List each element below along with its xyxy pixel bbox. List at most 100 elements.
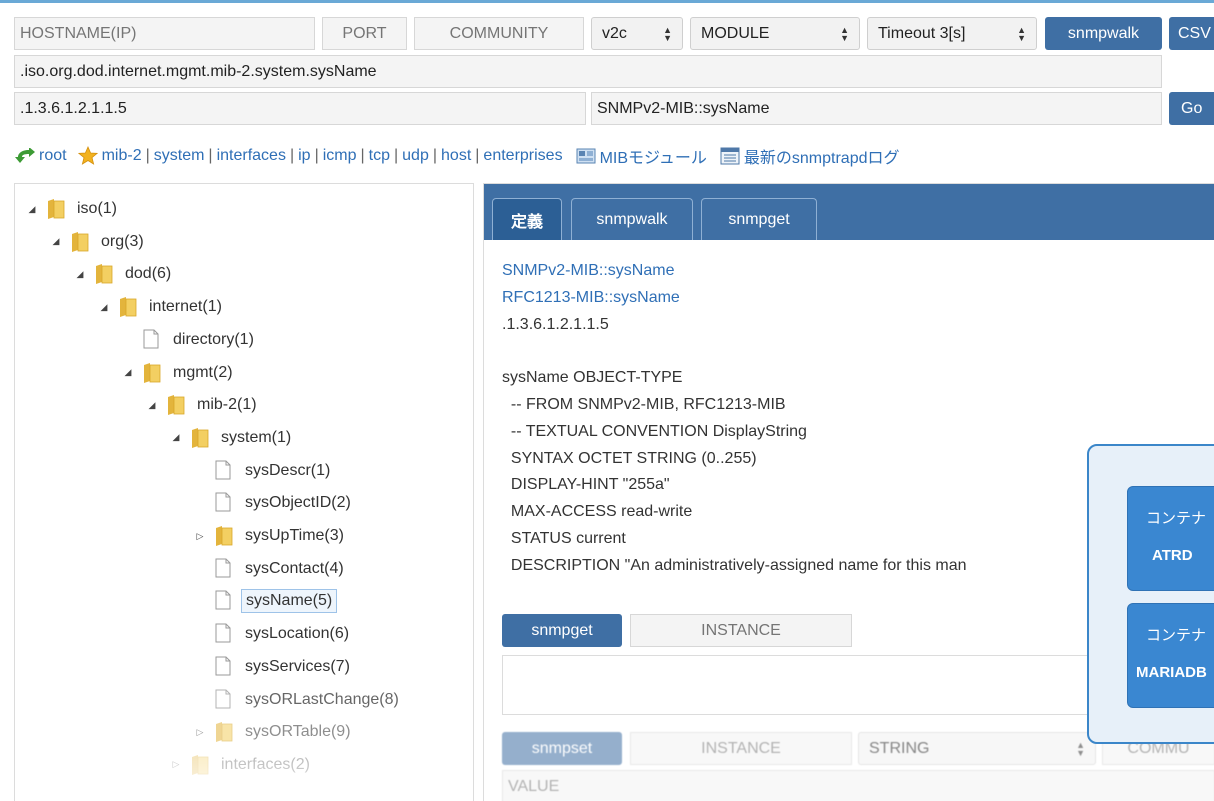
nav-link-mib-2[interactable]: mib-2 [102,147,142,165]
tab-snmpget[interactable]: snmpget [701,198,817,240]
tree-node[interactable]: sysLocation(6) [193,619,353,649]
expand-toggle-icon[interactable]: ◢ [169,432,183,443]
tree-node[interactable]: sysName(5) [193,586,338,616]
nav-link-interfaces[interactable]: interfaces [217,147,286,165]
oid-path-input[interactable] [14,55,1162,88]
nav-link-root[interactable]: root [39,147,67,165]
tree-node[interactable]: directory(1) [121,325,258,355]
tree-node[interactable]: ◢ mgmt(2) [121,358,237,388]
tree-node-label[interactable]: sysORLastChange(8) [241,689,403,711]
tree-fade [15,744,473,801]
tree-node[interactable]: ◢ iso(1) [25,194,121,224]
snmpwalk-button[interactable]: snmpwalk [1045,17,1162,50]
tree-node-label[interactable]: sysLocation(6) [241,623,353,645]
snmpget-instance-input[interactable] [630,614,852,647]
port-input[interactable] [322,17,407,50]
definition-link-rfc1213[interactable]: RFC1213-MIB::sysName [502,289,680,306]
collapse-toggle-icon[interactable]: ▷ [193,727,207,738]
file-icon [215,689,233,711]
nav-link-udp[interactable]: udp [402,147,429,165]
version-select[interactable]: v2c ▲ ▼ [591,17,683,50]
tree-node-label[interactable]: sysDescr(1) [241,460,334,482]
log-list-icon [719,146,741,166]
tab-snmpwalk[interactable]: snmpwalk [571,198,693,240]
go-button[interactable]: Go [1169,92,1214,125]
tree-node-label[interactable]: mib-2(1) [193,394,261,416]
tree-node[interactable]: ◢ mib-2(1) [145,390,261,420]
definition-text: SNMPv2-MIB::sysName RFC1213-MIB::sysName… [502,258,967,580]
tree-node-label[interactable]: org(3) [97,231,148,253]
tree-node-label[interactable]: mgmt(2) [169,362,237,384]
version-value: v2c [602,24,627,42]
tree-node-label[interactable]: sysUpTime(3) [241,525,348,547]
definition-line: DESCRIPTION "An administratively-assigne… [502,556,967,574]
tree-node[interactable]: ▷ sysORTable(9) [193,717,355,747]
folder-icon [95,263,113,285]
expand-toggle-icon[interactable]: ◢ [25,204,39,215]
tree-node[interactable]: sysServices(7) [193,652,354,682]
snmpset-type-select[interactable]: STRING ▲ ▼ [858,732,1096,765]
tree-node-label[interactable]: sysServices(7) [241,656,354,678]
detail-tab-bar: 定義 snmpwalk snmpget [484,184,1214,240]
snmpset-instance-input[interactable] [630,732,852,765]
oid-numeric-input[interactable] [14,92,586,125]
tree-node[interactable]: ◢ org(3) [49,227,148,257]
tree-node[interactable]: ▷ sysUpTime(3) [193,521,348,551]
csv-button[interactable]: CSV [1169,17,1214,50]
tree-node[interactable]: sysDescr(1) [193,456,334,486]
tree-node-label[interactable]: internet(1) [145,296,226,318]
collapse-toggle-icon[interactable]: ▷ [193,531,207,542]
nav-link-system[interactable]: system [154,147,205,165]
folder-icon [167,394,185,416]
file-icon [215,558,233,580]
tree-node[interactable]: ◢ internet(1) [97,292,226,322]
tree-node[interactable]: ◢ system(1) [169,423,295,453]
tree-node-label[interactable]: sysObjectID(2) [241,492,355,514]
select-arrows-icon: ▲ ▼ [1076,739,1085,758]
nav-link-snmptrapd-log[interactable]: 最新のsnmptrapdログ [744,144,900,168]
definition-link-snmpv2[interactable]: SNMPv2-MIB::sysName [502,262,674,279]
tree-node-label[interactable]: directory(1) [169,329,258,351]
tree-node[interactable]: sysObjectID(2) [193,488,355,518]
nav-link-mib-modules[interactable]: MIBモジュール [600,144,707,168]
tab-definition[interactable]: 定義 [492,198,562,240]
folder-icon [71,231,89,253]
tree-node-label[interactable]: sysContact(4) [241,558,348,580]
hostname-input[interactable] [14,17,315,50]
select-arrows-icon: ▲ ▼ [840,24,849,43]
oid-name-input[interactable] [591,92,1162,125]
tree-node-label[interactable]: iso(1) [73,198,121,220]
community-input[interactable] [414,17,584,50]
tree-node[interactable]: sysContact(4) [193,554,348,584]
expand-toggle-icon[interactable]: ◢ [145,400,159,411]
snmpset-button[interactable]: snmpset [502,732,622,765]
tree-node-label[interactable]: system(1) [217,427,295,449]
expand-toggle-icon[interactable]: ◢ [97,302,111,313]
definition-line: SYNTAX OCTET STRING (0..255) [502,449,757,467]
tree-node-label[interactable]: dod(6) [121,263,175,285]
expand-toggle-icon[interactable]: ◢ [121,367,135,378]
container-card-mariadb[interactable]: コンテナ MARIADB [1127,603,1214,708]
tree-node[interactable]: ◢ dod(6) [73,259,175,289]
snmpset-value-input[interactable] [502,770,1214,801]
timeout-value: Timeout 3[s] [878,24,966,42]
quick-nav-bar: root mib-2 | system | interfaces | ip | … [14,142,900,170]
folder-icon [215,721,233,743]
nav-link-enterprises[interactable]: enterprises [483,147,562,165]
container-title: コンテナ [1146,510,1207,527]
expand-toggle-icon[interactable]: ◢ [49,236,63,247]
expand-toggle-icon[interactable]: ◢ [73,269,87,280]
file-icon [215,590,233,612]
nav-link-icmp[interactable]: icmp [323,147,357,165]
tree-node-label[interactable]: sysName(5) [241,589,338,614]
snmpget-button[interactable]: snmpget [502,614,622,647]
definition-line: MAX-ACCESS read-write [502,503,693,521]
nav-link-tcp[interactable]: tcp [369,147,390,165]
module-select[interactable]: MODULE ▲ ▼ [690,17,860,50]
nav-link-host[interactable]: host [441,147,471,165]
nav-link-ip[interactable]: ip [298,147,310,165]
tree-node-label[interactable]: sysORTable(9) [241,721,355,743]
timeout-select[interactable]: Timeout 3[s] ▲ ▼ [867,17,1037,50]
tree-node[interactable]: sysORLastChange(8) [193,685,403,715]
container-card-atrd[interactable]: コンテナ ATRD [1127,486,1214,591]
